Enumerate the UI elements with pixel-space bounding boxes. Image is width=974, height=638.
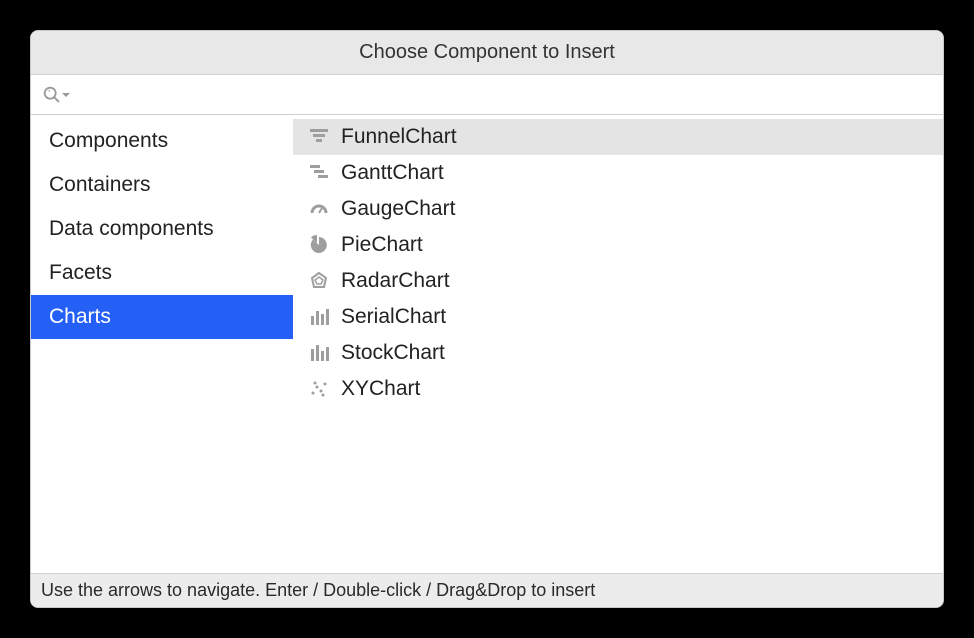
list-item-ganttchart[interactable]: GanttChart [293,155,943,191]
category-sidebar: Components Containers Data components Fa… [31,115,293,573]
sidebar-item-label: Components [49,129,168,152]
list-item-label: XYChart [341,377,420,401]
list-item-xychart[interactable]: XYChart [293,371,943,407]
sidebar-item-containers[interactable]: Containers [31,163,293,207]
list-item-label: GanttChart [341,161,444,185]
sidebar-item-charts[interactable]: Charts [31,295,293,339]
gauge-icon [307,197,331,221]
list-item-label: GaugeChart [341,197,455,221]
search-input[interactable] [71,80,933,109]
list-item-label: RadarChart [341,269,450,293]
list-item-funnelchart[interactable]: FunnelChart [293,119,943,155]
list-item-label: SerialChart [341,305,446,329]
sidebar-item-label: Containers [49,173,151,196]
xy-icon [307,377,331,401]
sidebar-item-facets[interactable]: Facets [31,251,293,295]
list-item-serialchart[interactable]: SerialChart [293,299,943,335]
list-item-radarchart[interactable]: RadarChart [293,263,943,299]
list-item-label: PieChart [341,233,423,257]
window-title: Choose Component to Insert [359,41,615,64]
search-icon[interactable] [41,84,71,106]
content-area: Components Containers Data components Fa… [31,115,943,573]
stock-icon [307,341,331,365]
list-item-label: StockChart [341,341,445,365]
titlebar: Choose Component to Insert [31,31,943,75]
sidebar-item-label: Charts [49,305,111,328]
list-item-stockchart[interactable]: StockChart [293,335,943,371]
sidebar-item-label: Data components [49,217,214,240]
serial-icon [307,305,331,329]
pie-icon [307,233,331,257]
search-bar [31,75,943,115]
gantt-icon [307,161,331,185]
list-item-gaugechart[interactable]: GaugeChart [293,191,943,227]
dialog-window: Choose Component to Insert Components Co… [30,30,944,608]
sidebar-item-components[interactable]: Components [31,119,293,163]
radar-icon [307,269,331,293]
sidebar-item-label: Facets [49,261,112,284]
status-bar: Use the arrows to navigate. Enter / Doub… [31,573,943,607]
list-item-piechart[interactable]: PieChart [293,227,943,263]
sidebar-item-data-components[interactable]: Data components [31,207,293,251]
funnel-icon [307,125,331,149]
component-list: FunnelChart GanttChart [293,115,943,573]
list-item-label: FunnelChart [341,125,457,149]
status-text: Use the arrows to navigate. Enter / Doub… [41,580,595,601]
